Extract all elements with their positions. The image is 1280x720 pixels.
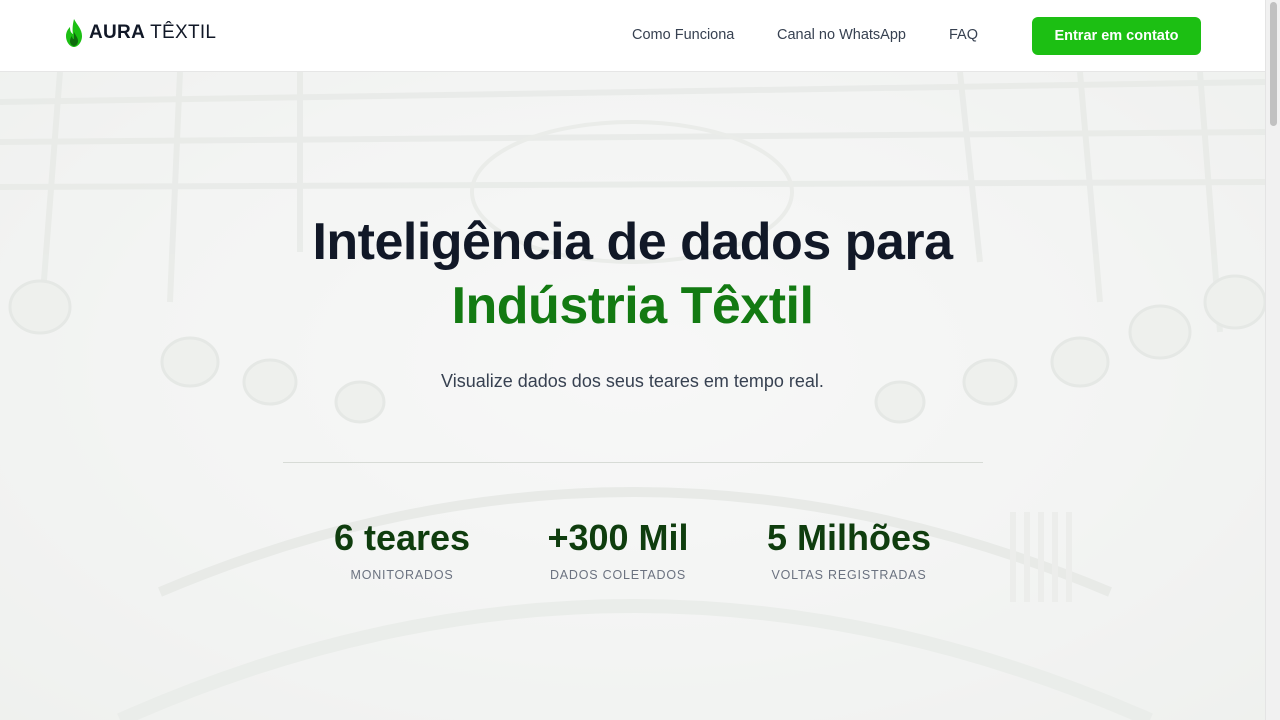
stat-looms: 6 teares MONITORADOS <box>322 512 482 582</box>
nav-link-canal-whatsapp[interactable]: Canal no WhatsApp <box>777 27 906 43</box>
site-header: AURA TÊXTIL Como Funciona Canal no Whats… <box>0 0 1265 72</box>
hero-overlay <box>0 72 1265 720</box>
scrollbar-thumb[interactable] <box>1270 2 1277 126</box>
nav-link-faq[interactable]: FAQ <box>949 27 978 43</box>
brand-name-bold: AURA <box>89 22 146 43</box>
page-scrollbar[interactable] <box>1265 0 1280 720</box>
contact-button[interactable]: Entrar em contato <box>1032 17 1201 55</box>
stat-value: +300 Mil <box>547 517 689 558</box>
stat-label: VOLTAS REGISTRADAS <box>771 568 927 582</box>
stat-value: 5 Milhões <box>766 517 932 558</box>
stat-value: 6 teares <box>333 517 471 558</box>
stat-turns-recorded: 5 Milhões VOLTAS REGISTRADAS <box>754 512 944 582</box>
hero-title: Inteligência de dados para <box>312 213 953 271</box>
stat-data-collected: +300 Mil DADOS COLETADOS <box>533 512 703 582</box>
flame-icon <box>66 19 82 47</box>
hero-divider <box>283 462 983 463</box>
brand-name-light: TÊXTIL <box>150 22 217 43</box>
stat-label: MONITORADOS <box>350 568 454 582</box>
nav-link-como-funciona[interactable]: Como Funciona <box>632 27 734 43</box>
brand-logo[interactable]: AURA TÊXTIL <box>64 18 216 48</box>
hero-section: Inteligência de dados para Indústria Têx… <box>0 72 1265 720</box>
stat-label: DADOS COLETADOS <box>549 568 687 582</box>
hero-subtitle: Visualize dados dos seus teares em tempo… <box>441 371 824 391</box>
hero-title-highlight: Indústria Têxtil <box>451 277 814 335</box>
brand-name: AURA TÊXTIL <box>89 22 216 44</box>
